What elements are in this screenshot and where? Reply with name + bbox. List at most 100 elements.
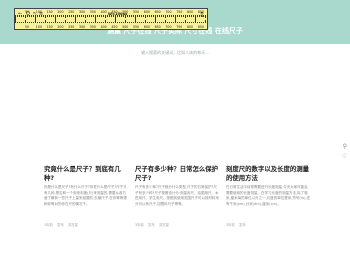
ruler-label: 50 xyxy=(25,25,30,29)
ruler-tick xyxy=(81,15,82,17)
ruler-tick xyxy=(177,15,178,17)
ruler-label: 200 xyxy=(57,25,64,29)
ruler-tick xyxy=(119,21,120,23)
ruler-tick xyxy=(109,15,110,17)
ruler-tick xyxy=(147,15,148,17)
ruler-tick xyxy=(165,20,166,23)
ruler-tick xyxy=(45,20,46,23)
ruler-tick xyxy=(123,21,124,23)
ruler-tick xyxy=(89,15,90,17)
ruler-tick xyxy=(169,15,170,17)
article-card[interactable]: 究竟什么是尺子？到底有几种? 你是什么是尺子?有什么尺子?你觉什么是尺子?尺子又… xyxy=(44,165,129,243)
article-title[interactable]: 究竟什么是尺子？到底有几种? xyxy=(44,165,129,182)
ruler-tick xyxy=(103,15,104,17)
ruler-tick xyxy=(53,21,54,23)
ruler-tick xyxy=(111,21,112,23)
ruler-tick xyxy=(69,21,70,23)
ruler-tick xyxy=(31,15,32,17)
ruler-tick xyxy=(105,20,106,23)
ruler-label: 550 xyxy=(133,10,140,14)
ruler-label: 650 xyxy=(154,25,161,29)
ruler-tick xyxy=(197,21,198,23)
ruler-tick xyxy=(165,15,166,18)
article-excerpt: 尺子有多少种?尺子都分什么类型,尺子的日常保护?尺子有多少种?尺子按照设计分:测… xyxy=(135,185,219,206)
ruler-tick xyxy=(127,15,128,17)
article-title[interactable]: 刻度尺的数字以及长度的测量的使用方法 xyxy=(226,165,311,182)
ruler-tick xyxy=(105,15,106,18)
ruler-tick xyxy=(187,21,188,23)
ruler-tick xyxy=(23,21,24,23)
ruler-tick xyxy=(139,15,140,17)
ruler-tick xyxy=(143,15,144,17)
ruler-label: 550 xyxy=(133,25,140,29)
ruler-tick xyxy=(51,21,52,23)
ruler-tick xyxy=(167,15,168,17)
ruler-tick xyxy=(129,21,130,23)
ruler-tick xyxy=(101,15,102,17)
ruler-tick xyxy=(81,21,82,23)
heart-icon[interactable]: ♡ xyxy=(342,153,347,160)
article-meta: 3年前 发布 xyxy=(226,222,311,227)
article-date: 3年前 xyxy=(44,223,53,227)
ruler-tick xyxy=(65,20,66,23)
ruler-label: 200 xyxy=(57,10,64,14)
article-card[interactable]: 尺子有多少种？日常怎么保护尺子? 尺子有多少种?尺子都分什么类型,尺子的日常保护… xyxy=(135,165,220,243)
ruler-tick xyxy=(207,15,208,17)
search-hint[interactable]: 输入搜索的关键词，比如人体的每天... xyxy=(0,50,350,56)
ruler-tick xyxy=(85,15,86,18)
ruler-tick xyxy=(167,21,168,23)
ruler-tick xyxy=(31,21,32,23)
ruler-tick xyxy=(87,21,88,23)
ruler-label: 500 xyxy=(122,25,129,29)
ruler-tick xyxy=(33,15,34,17)
ruler-tick xyxy=(163,15,164,17)
ruler-tick xyxy=(181,21,182,23)
ruler-tick xyxy=(137,21,138,23)
ruler-tick xyxy=(27,21,28,23)
ruler-tick xyxy=(99,21,100,23)
ruler-label: 700 xyxy=(165,25,172,29)
ruler-tick xyxy=(51,15,52,17)
ruler-tick xyxy=(121,15,122,17)
ruler-tick xyxy=(121,21,122,23)
ruler-tick xyxy=(47,21,48,23)
ruler-tick xyxy=(159,15,160,17)
ruler-tick xyxy=(87,15,88,17)
ruler-label: 300 xyxy=(79,25,86,29)
online-ruler[interactable]: ← Q ↖ ≡ W=150px ↕ 5050100100150150200200… xyxy=(14,8,208,30)
ruler-tick xyxy=(101,21,102,23)
ruler-tick xyxy=(43,21,44,23)
ruler-tick xyxy=(173,21,174,23)
ruler-tick xyxy=(131,15,132,17)
article-title[interactable]: 尺子有多少种？日常怎么保护尺子? xyxy=(135,165,220,182)
ruler-tick xyxy=(61,21,62,23)
ruler-tick xyxy=(23,15,24,17)
article-excerpt: 你是什么是尺子?有什么尺子?你觉什么是尺子?尺子又有几种,是否和一个用来刻度(尺… xyxy=(44,185,127,206)
ruler-label: 850 xyxy=(197,25,204,29)
article-meta: 3年前 发布 浏览量 xyxy=(135,222,220,227)
ruler-label: 650 xyxy=(154,10,161,14)
article-tag: 发布 xyxy=(56,223,64,227)
ruler-tick xyxy=(141,15,142,17)
ruler-tick xyxy=(157,15,158,17)
ruler-tick xyxy=(15,19,16,23)
ruler-tick xyxy=(33,21,34,23)
ruler-label: 450 xyxy=(111,25,118,29)
ruler-tick xyxy=(63,21,64,23)
ruler-tick xyxy=(25,15,26,18)
ruler-tick xyxy=(163,21,164,23)
ruler-tick xyxy=(25,20,26,23)
ruler-tick xyxy=(103,21,104,23)
ruler-label: 100 xyxy=(35,25,42,29)
ruler-tick xyxy=(149,21,150,23)
article-card[interactable]: 刻度尺的数字以及长度的测量的使用方法 在日常生活中经常需要进行长度测量,今天大家… xyxy=(226,165,311,243)
ruler-label: 700 xyxy=(165,10,172,14)
ruler-tick xyxy=(199,21,200,23)
ruler-label: 600 xyxy=(143,10,150,14)
ruler-tick xyxy=(39,21,40,23)
ruler-tick xyxy=(41,21,42,23)
ruler-tick xyxy=(203,15,204,17)
search-icon[interactable]: ⚲ xyxy=(343,143,347,150)
ruler-tick xyxy=(113,21,114,23)
ruler-tick xyxy=(189,15,190,17)
